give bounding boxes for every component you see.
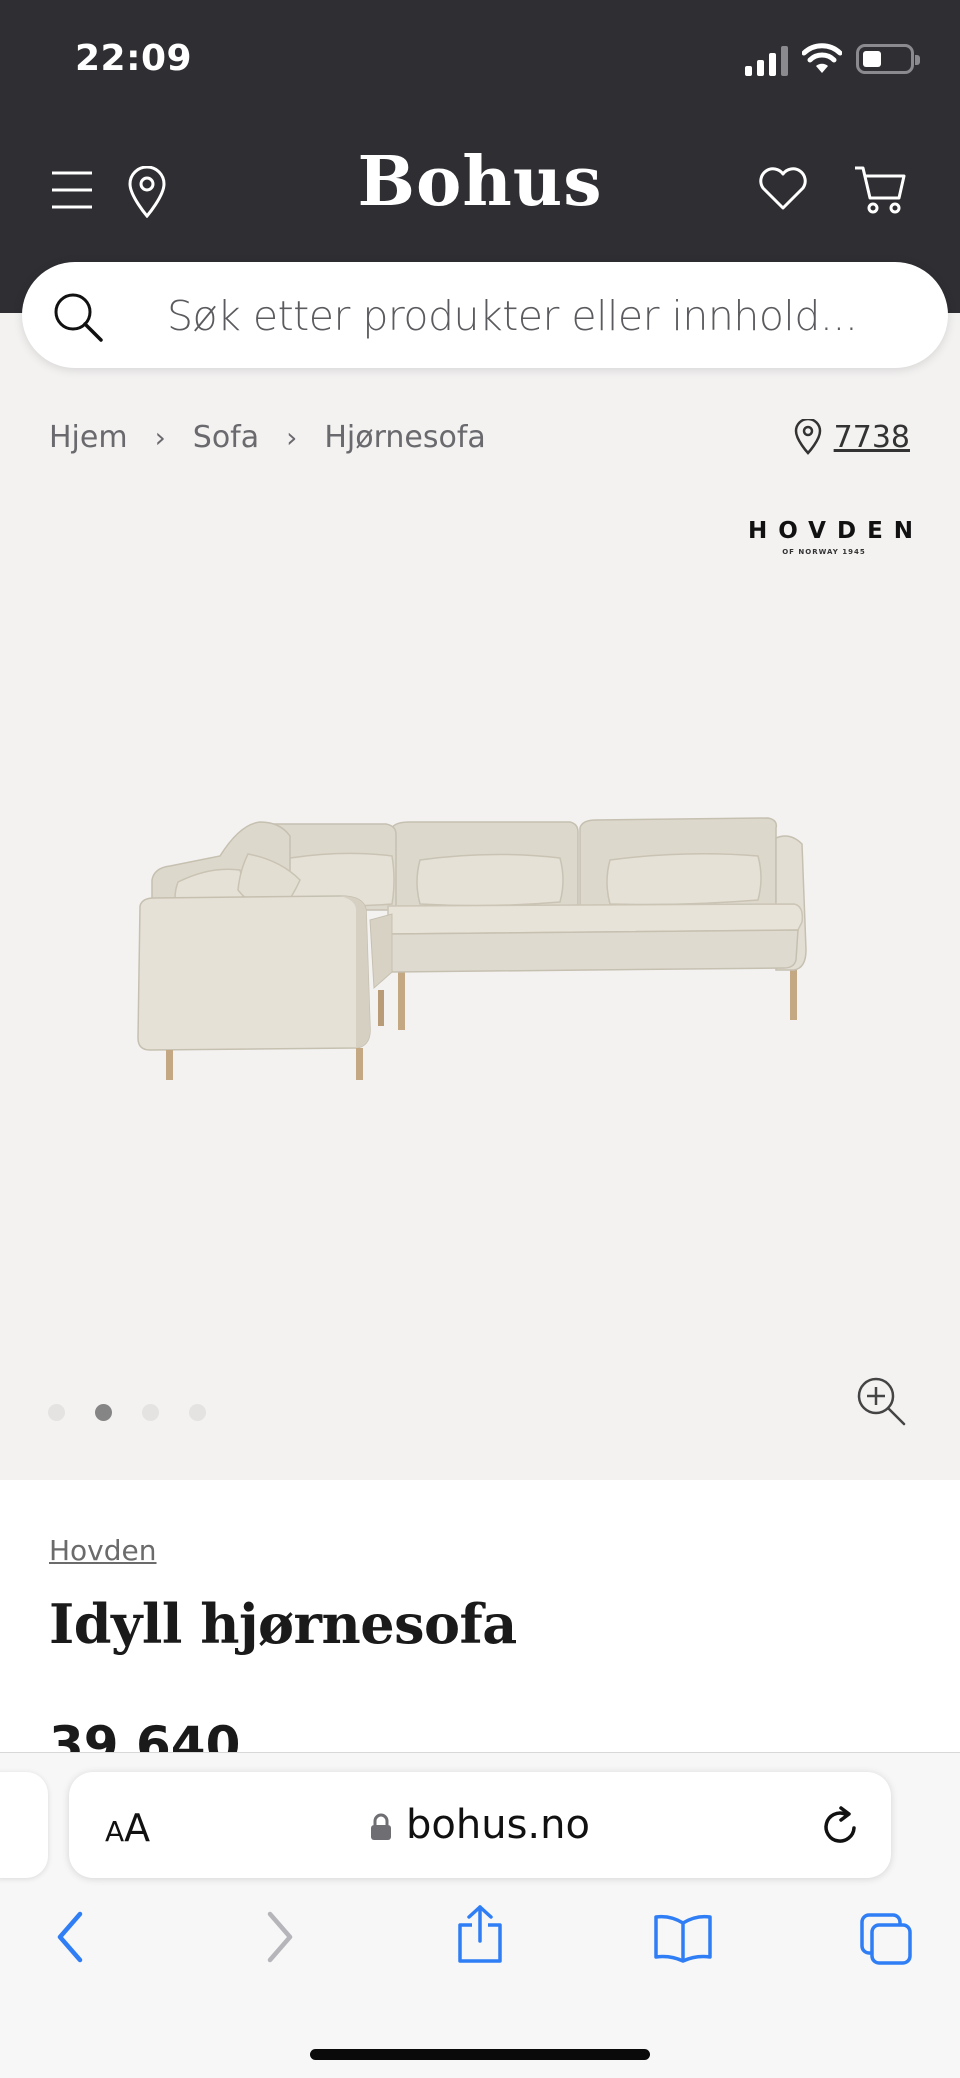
wifi-icon [802, 43, 842, 73]
breadcrumb-sofa[interactable]: Sofa [193, 420, 259, 455]
breadcrumb-separator: › [286, 421, 298, 454]
page: 22:09 Bohus Søk etter produkter eller in… [0, 0, 960, 2078]
product-image[interactable] [130, 810, 830, 1090]
search-bar[interactable]: Søk etter produkter eller innhold... [22, 262, 948, 368]
browser-bottom-bar: AA bohus.no [0, 1752, 960, 2078]
store-selector[interactable]: 7738 [794, 419, 910, 455]
lock-icon [371, 1813, 392, 1840]
gallery-dot[interactable] [142, 1404, 159, 1421]
gallery-dot-active[interactable] [95, 1404, 112, 1421]
forward-icon[interactable] [264, 1910, 296, 1964]
bookmarks-icon[interactable] [652, 1913, 714, 1963]
share-icon[interactable] [454, 1903, 506, 1965]
back-icon[interactable] [54, 1910, 86, 1964]
breadcrumb-separator: › [154, 421, 166, 454]
url-text: bohus.no [406, 1802, 590, 1848]
reload-icon[interactable] [821, 1804, 861, 1846]
search-icon [54, 293, 103, 342]
bohus-logo[interactable]: Bohus [0, 148, 960, 216]
store-number[interactable]: 7738 [834, 420, 910, 455]
location-pin-icon [794, 419, 821, 455]
heart-icon[interactable] [757, 166, 809, 212]
product-info: Hovden Idyll hjørnesofa 39 640 [0, 1480, 960, 1774]
hovden-brand-logo: HOVDEN OF NORWAY 1945 [748, 518, 925, 557]
cart-icon[interactable] [853, 164, 907, 216]
home-indicator[interactable] [310, 2049, 650, 2060]
product-brand-link[interactable]: Hovden [49, 1534, 157, 1567]
address-bar[interactable]: AA bohus.no [69, 1772, 891, 1878]
status-icons [745, 42, 920, 76]
gallery-dot[interactable] [189, 1404, 206, 1421]
breadcrumb-corner-sofa[interactable]: Hjørnesofa [324, 420, 485, 455]
cellular-signal-icon [745, 42, 788, 76]
status-time: 22:09 [75, 38, 193, 79]
product-title: Idyll hjørnesofa [49, 1592, 517, 1656]
previous-tab-peek[interactable] [0, 1772, 48, 1878]
gallery-dot[interactable] [48, 1404, 65, 1421]
breadcrumb: Hjem › Sofa › Hjørnesofa [49, 420, 486, 455]
tabs-icon[interactable] [858, 1911, 914, 1967]
zoom-in-icon[interactable] [855, 1375, 907, 1427]
url-display[interactable]: bohus.no [69, 1802, 891, 1848]
gallery-pagination [48, 1404, 206, 1421]
search-input[interactable]: Søk etter produkter eller innhold... [167, 292, 858, 340]
battery-icon [856, 44, 920, 74]
breadcrumb-home[interactable]: Hjem [49, 420, 128, 455]
